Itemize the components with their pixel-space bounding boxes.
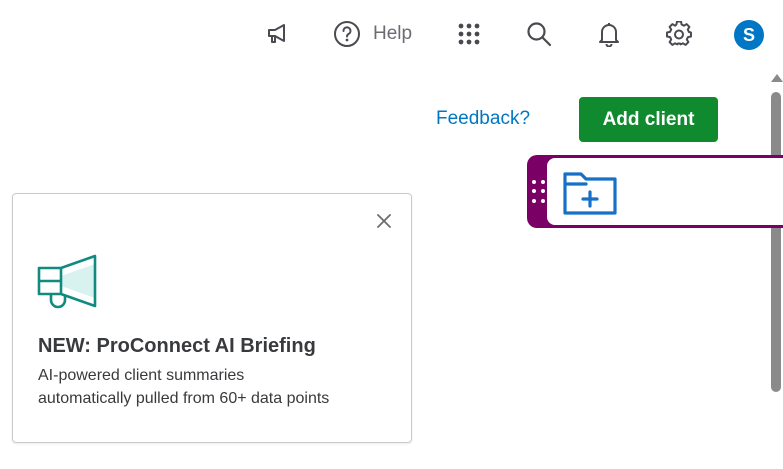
top-bar: Help S <box>0 0 783 70</box>
folder-plus-icon <box>563 172 617 215</box>
new-folder-button[interactable] <box>559 165 623 221</box>
add-client-button[interactable]: Add client <box>579 97 718 142</box>
feedback-link[interactable]: Feedback? <box>436 108 530 130</box>
page: Help S Feedback? Add client NEW: ProConn… <box>0 0 783 469</box>
bell-icon[interactable] <box>592 17 626 51</box>
scrollbar[interactable] <box>769 70 783 469</box>
help-button[interactable]: Help <box>333 17 412 51</box>
avatar[interactable]: S <box>734 20 764 50</box>
scrollbar-thumb[interactable] <box>771 92 781 392</box>
gear-icon[interactable] <box>662 17 696 51</box>
help-icon <box>334 21 360 47</box>
avatar-initial: S <box>742 24 755 45</box>
promo-card: NEW: ProConnect AI Briefing AI-powered c… <box>12 193 412 443</box>
card-title: NEW: ProConnect AI Briefing <box>38 335 316 357</box>
help-label: Help <box>373 23 413 44</box>
floating-widget-panel <box>547 158 783 225</box>
scroll-up-arrow-icon[interactable] <box>771 74 783 82</box>
search-icon[interactable] <box>522 17 556 51</box>
apps-grid-icon[interactable] <box>452 17 486 51</box>
megaphone-icon <box>37 254 97 312</box>
floating-widget <box>527 155 783 228</box>
close-icon[interactable] <box>375 212 393 230</box>
card-description: AI-powered client summaries automaticall… <box>38 367 330 407</box>
drag-handle-icon[interactable] <box>532 180 546 204</box>
megaphone-icon[interactable] <box>261 17 295 51</box>
